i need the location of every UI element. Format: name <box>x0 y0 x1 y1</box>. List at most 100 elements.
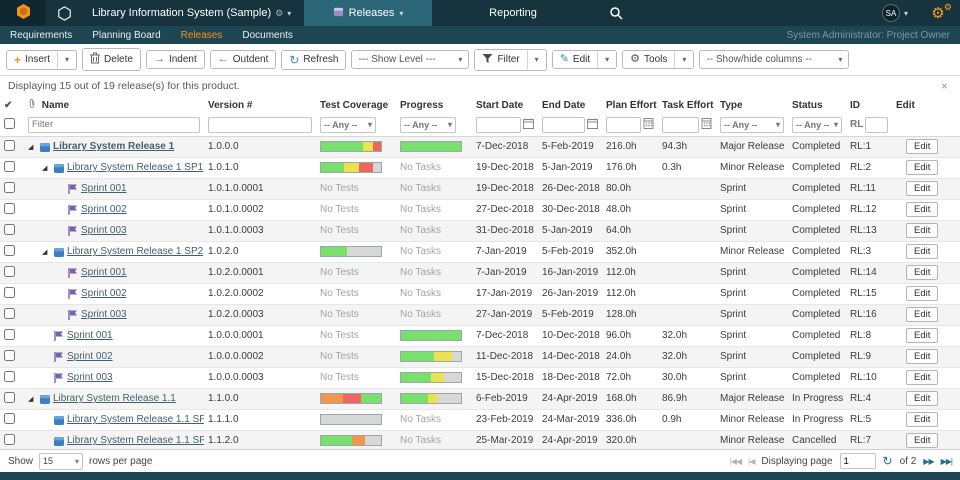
row-checkbox[interactable] <box>4 391 15 403</box>
row-checkbox[interactable] <box>4 181 15 193</box>
plan-effort-filter-input[interactable] <box>606 116 641 133</box>
release-name-link[interactable]: Library System Release 1.1 SP1 <box>67 414 204 425</box>
edit-dropdown-caret[interactable]: ▾ <box>597 51 617 68</box>
release-name-link[interactable]: Sprint 001 <box>81 267 127 278</box>
prev-page-icon[interactable]: |◀ <box>748 457 755 466</box>
show-hide-columns-select[interactable]: -- Show/hide columns -- ▾ <box>699 50 850 69</box>
outdent-button[interactable]: ← Outdent <box>210 51 276 68</box>
release-name-link[interactable]: Sprint 003 <box>81 309 127 320</box>
row-edit-button[interactable]: Edit <box>906 370 939 385</box>
product-home-icon[interactable] <box>46 0 82 26</box>
column-header-status[interactable]: Status <box>788 96 846 114</box>
coverage-filter-select[interactable]: -- Any -- ▾ <box>320 116 376 133</box>
release-name-link[interactable]: Library System Release 1 SP1 <box>67 162 203 173</box>
check-all-icon[interactable]: ✔ <box>4 100 12 111</box>
calculator-icon[interactable] <box>643 117 654 132</box>
task-effort-filter-input[interactable] <box>662 116 699 133</box>
release-name-link[interactable]: Library System Release 1 SP2 <box>67 246 203 257</box>
row-edit-button[interactable]: Edit <box>906 202 939 217</box>
column-header-progress[interactable]: Progress <box>396 96 472 114</box>
product-selector[interactable]: Library Information System (Sample) ⚙ ▾ <box>82 0 304 26</box>
release-name-link[interactable]: Library System Release 1.1 SP2 <box>67 435 204 446</box>
row-checkbox[interactable] <box>4 160 15 172</box>
row-edit-button[interactable]: Edit <box>906 307 939 322</box>
release-name-link[interactable]: Sprint 001 <box>67 330 113 341</box>
row-checkbox[interactable] <box>4 412 15 424</box>
start-date-filter-input[interactable] <box>476 116 521 133</box>
column-header-id[interactable]: ID <box>846 96 892 114</box>
user-menu[interactable]: SA ▾ <box>874 0 916 26</box>
collapse-icon[interactable]: ◢ <box>28 395 39 403</box>
column-header-end[interactable]: End Date <box>538 96 602 114</box>
collapse-icon[interactable]: ◢ <box>42 248 53 256</box>
nav-item-requirements[interactable]: Requirements <box>10 30 72 41</box>
calendar-icon[interactable] <box>523 118 534 132</box>
select-all-checkbox[interactable] <box>4 117 15 129</box>
edit-button[interactable]: ✎ Edit <box>552 51 598 68</box>
calculator-icon[interactable] <box>701 117 712 132</box>
calendar-icon[interactable] <box>587 118 598 132</box>
type-filter-select[interactable]: -- Any -- ▾ <box>720 116 784 133</box>
column-header-version[interactable]: Version # <box>204 96 316 114</box>
column-header-coverage[interactable]: Test Coverage <box>316 96 396 114</box>
page-number-input[interactable] <box>839 453 876 469</box>
column-header-name[interactable]: Name <box>24 96 204 114</box>
row-checkbox[interactable] <box>4 307 15 319</box>
column-header-type[interactable]: Type <box>716 96 788 114</box>
row-checkbox[interactable] <box>4 433 15 445</box>
insert-dropdown-caret[interactable]: ▾ <box>57 50 77 69</box>
row-edit-button[interactable]: Edit <box>906 244 939 259</box>
delete-button[interactable]: Delete <box>83 49 140 70</box>
last-page-icon[interactable]: ▶▶| <box>941 457 953 466</box>
row-checkbox[interactable] <box>4 244 15 256</box>
indent-button[interactable]: → Indent <box>146 51 204 68</box>
release-name-link[interactable]: Sprint 002 <box>67 351 113 362</box>
page-size-select[interactable]: 15 ▾ <box>39 452 84 470</box>
row-edit-button[interactable]: Edit <box>906 391 939 406</box>
row-edit-button[interactable]: Edit <box>906 412 939 427</box>
row-edit-button[interactable]: Edit <box>906 349 939 364</box>
release-name-link[interactable]: Sprint 002 <box>81 204 127 215</box>
progress-filter-select[interactable]: -- Any -- ▾ <box>400 116 456 133</box>
row-edit-button[interactable]: Edit <box>906 181 939 196</box>
column-header-start[interactable]: Start Date <box>472 96 538 114</box>
filter-button[interactable]: Filter <box>475 49 527 70</box>
next-page-icon[interactable]: ▶▶ <box>923 457 934 466</box>
name-filter-input[interactable] <box>28 116 200 133</box>
release-name-link[interactable]: Sprint 002 <box>81 288 127 299</box>
release-name-link[interactable]: Sprint 001 <box>81 183 127 194</box>
refresh-button[interactable]: ↻ Refresh <box>282 50 346 69</box>
id-filter-input[interactable] <box>865 116 888 133</box>
nav-item-releases[interactable]: Releases <box>181 30 223 41</box>
row-edit-button[interactable]: Edit <box>906 223 939 238</box>
row-checkbox[interactable] <box>4 202 15 214</box>
row-edit-button[interactable]: Edit <box>906 328 939 343</box>
tools-dropdown-caret[interactable]: ▾ <box>674 51 694 68</box>
release-name-link[interactable]: Library System Release 1 <box>53 141 174 152</box>
row-checkbox[interactable] <box>4 328 15 340</box>
app-logo[interactable] <box>0 0 46 26</box>
row-edit-button[interactable]: Edit <box>906 160 939 175</box>
first-page-icon[interactable]: |◀◀ <box>730 457 742 466</box>
filter-dropdown-caret[interactable]: ▾ <box>526 49 546 70</box>
nav-item-planning-board[interactable]: Planning Board <box>92 30 160 41</box>
column-header-plan[interactable]: Plan Effort <box>602 96 658 114</box>
row-checkbox[interactable] <box>4 349 15 361</box>
tab-releases[interactable]: Releases ▾ <box>304 0 432 26</box>
tools-button[interactable]: ⚙ Tools <box>623 51 675 68</box>
tab-reporting[interactable]: Reporting <box>432 0 594 26</box>
end-date-filter-input[interactable] <box>542 116 585 133</box>
search-icon[interactable] <box>594 0 638 26</box>
row-checkbox[interactable] <box>4 370 15 382</box>
insert-button[interactable]: + Insert <box>7 50 58 69</box>
row-checkbox[interactable] <box>4 265 15 277</box>
row-checkbox[interactable] <box>4 139 15 151</box>
release-name-link[interactable]: Library System Release 1.1 <box>53 393 176 404</box>
status-filter-select[interactable]: -- Any -- ▾ <box>792 116 842 133</box>
row-edit-button[interactable]: Edit <box>906 139 939 154</box>
admin-gear-icon[interactable]: ⚙ ⚙ <box>916 0 960 26</box>
row-checkbox[interactable] <box>4 223 15 235</box>
row-checkbox[interactable] <box>4 286 15 298</box>
version-filter-input[interactable] <box>208 116 312 133</box>
row-edit-button[interactable]: Edit <box>906 433 939 448</box>
